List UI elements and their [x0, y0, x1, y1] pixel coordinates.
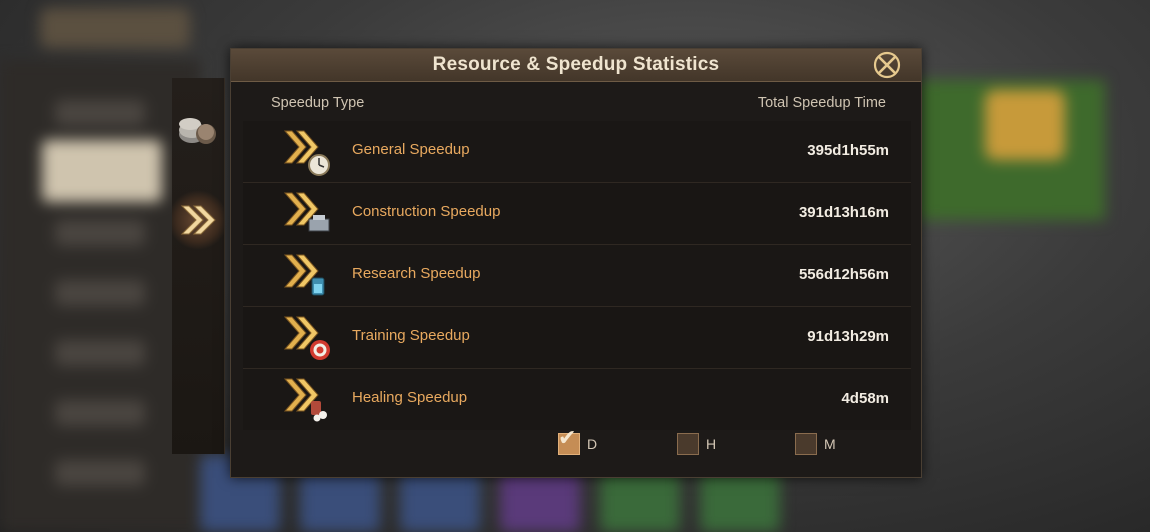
- speedup-statistics-panel: Resource & Speedup Statistics Speedup Ty…: [230, 48, 922, 478]
- speedup-type-label: Training Speedup: [352, 327, 470, 344]
- research-speedup-icon: [283, 254, 325, 296]
- unit-label: D: [587, 436, 598, 452]
- unit-label: H: [706, 436, 717, 452]
- speedup-time-value: 4d58m: [841, 390, 889, 407]
- background-speedup-icon: [985, 90, 1065, 160]
- speedup-tab[interactable]: [172, 190, 224, 250]
- speedup-time-value: 91d13h29m: [807, 328, 889, 345]
- unit-toggle-minutes[interactable]: M: [795, 433, 836, 455]
- list-item: Training Speedup 91d13h29m: [243, 307, 911, 369]
- unit-toggle-days[interactable]: ✔ D: [558, 427, 598, 455]
- column-header-time: Total Speedup Time: [757, 95, 886, 111]
- speedup-type-label: Construction Speedup: [352, 203, 501, 220]
- column-header-type: Speedup Type: [271, 95, 365, 111]
- list-item: General Speedup 395d1h55m: [243, 121, 911, 183]
- unit-toggle-hours[interactable]: H: [677, 433, 716, 455]
- speedup-time-value: 391d13h16m: [798, 204, 889, 221]
- checkmark-icon: ✔: [558, 425, 577, 450]
- panel-title: Resource & Speedup Statistics: [432, 54, 720, 75]
- speedup-time-value: 556d12h56m: [798, 266, 889, 283]
- close-button[interactable]: [873, 51, 901, 79]
- minutes-checkbox[interactable]: [795, 433, 817, 455]
- general-speedup-icon: [283, 130, 330, 176]
- speedup-type-label: Research Speedup: [352, 265, 481, 282]
- speedup-list: General Speedup 395d1h55m Construction S…: [243, 121, 911, 430]
- resources-tab[interactable]: [172, 100, 224, 160]
- healing-speedup-icon: [283, 378, 327, 422]
- days-checkbox[interactable]: ✔: [558, 427, 580, 455]
- background-side-menu: [0, 60, 200, 532]
- construction-speedup-icon: [283, 192, 330, 232]
- list-item: Research Speedup 556d12h56m: [243, 245, 911, 307]
- speedup-type-label: Healing Speedup: [352, 389, 468, 406]
- side-tab-bar: [172, 78, 225, 454]
- time-unit-selector: ✔ D H M: [231, 421, 921, 469]
- hours-checkbox[interactable]: [677, 433, 699, 455]
- unit-label: M: [824, 436, 836, 452]
- resources-tab-icon: [179, 118, 216, 144]
- speedup-time-value: 395d1h55m: [807, 142, 889, 159]
- training-speedup-icon: [283, 316, 330, 360]
- panel-header: Resource & Speedup Statistics: [231, 49, 921, 82]
- close-icon: [873, 51, 901, 79]
- list-item: Construction Speedup 391d13h16m: [243, 183, 911, 245]
- speedup-type-label: General Speedup: [352, 141, 470, 158]
- background-topbar: [40, 8, 190, 48]
- speedup-tab-icon: [180, 205, 216, 235]
